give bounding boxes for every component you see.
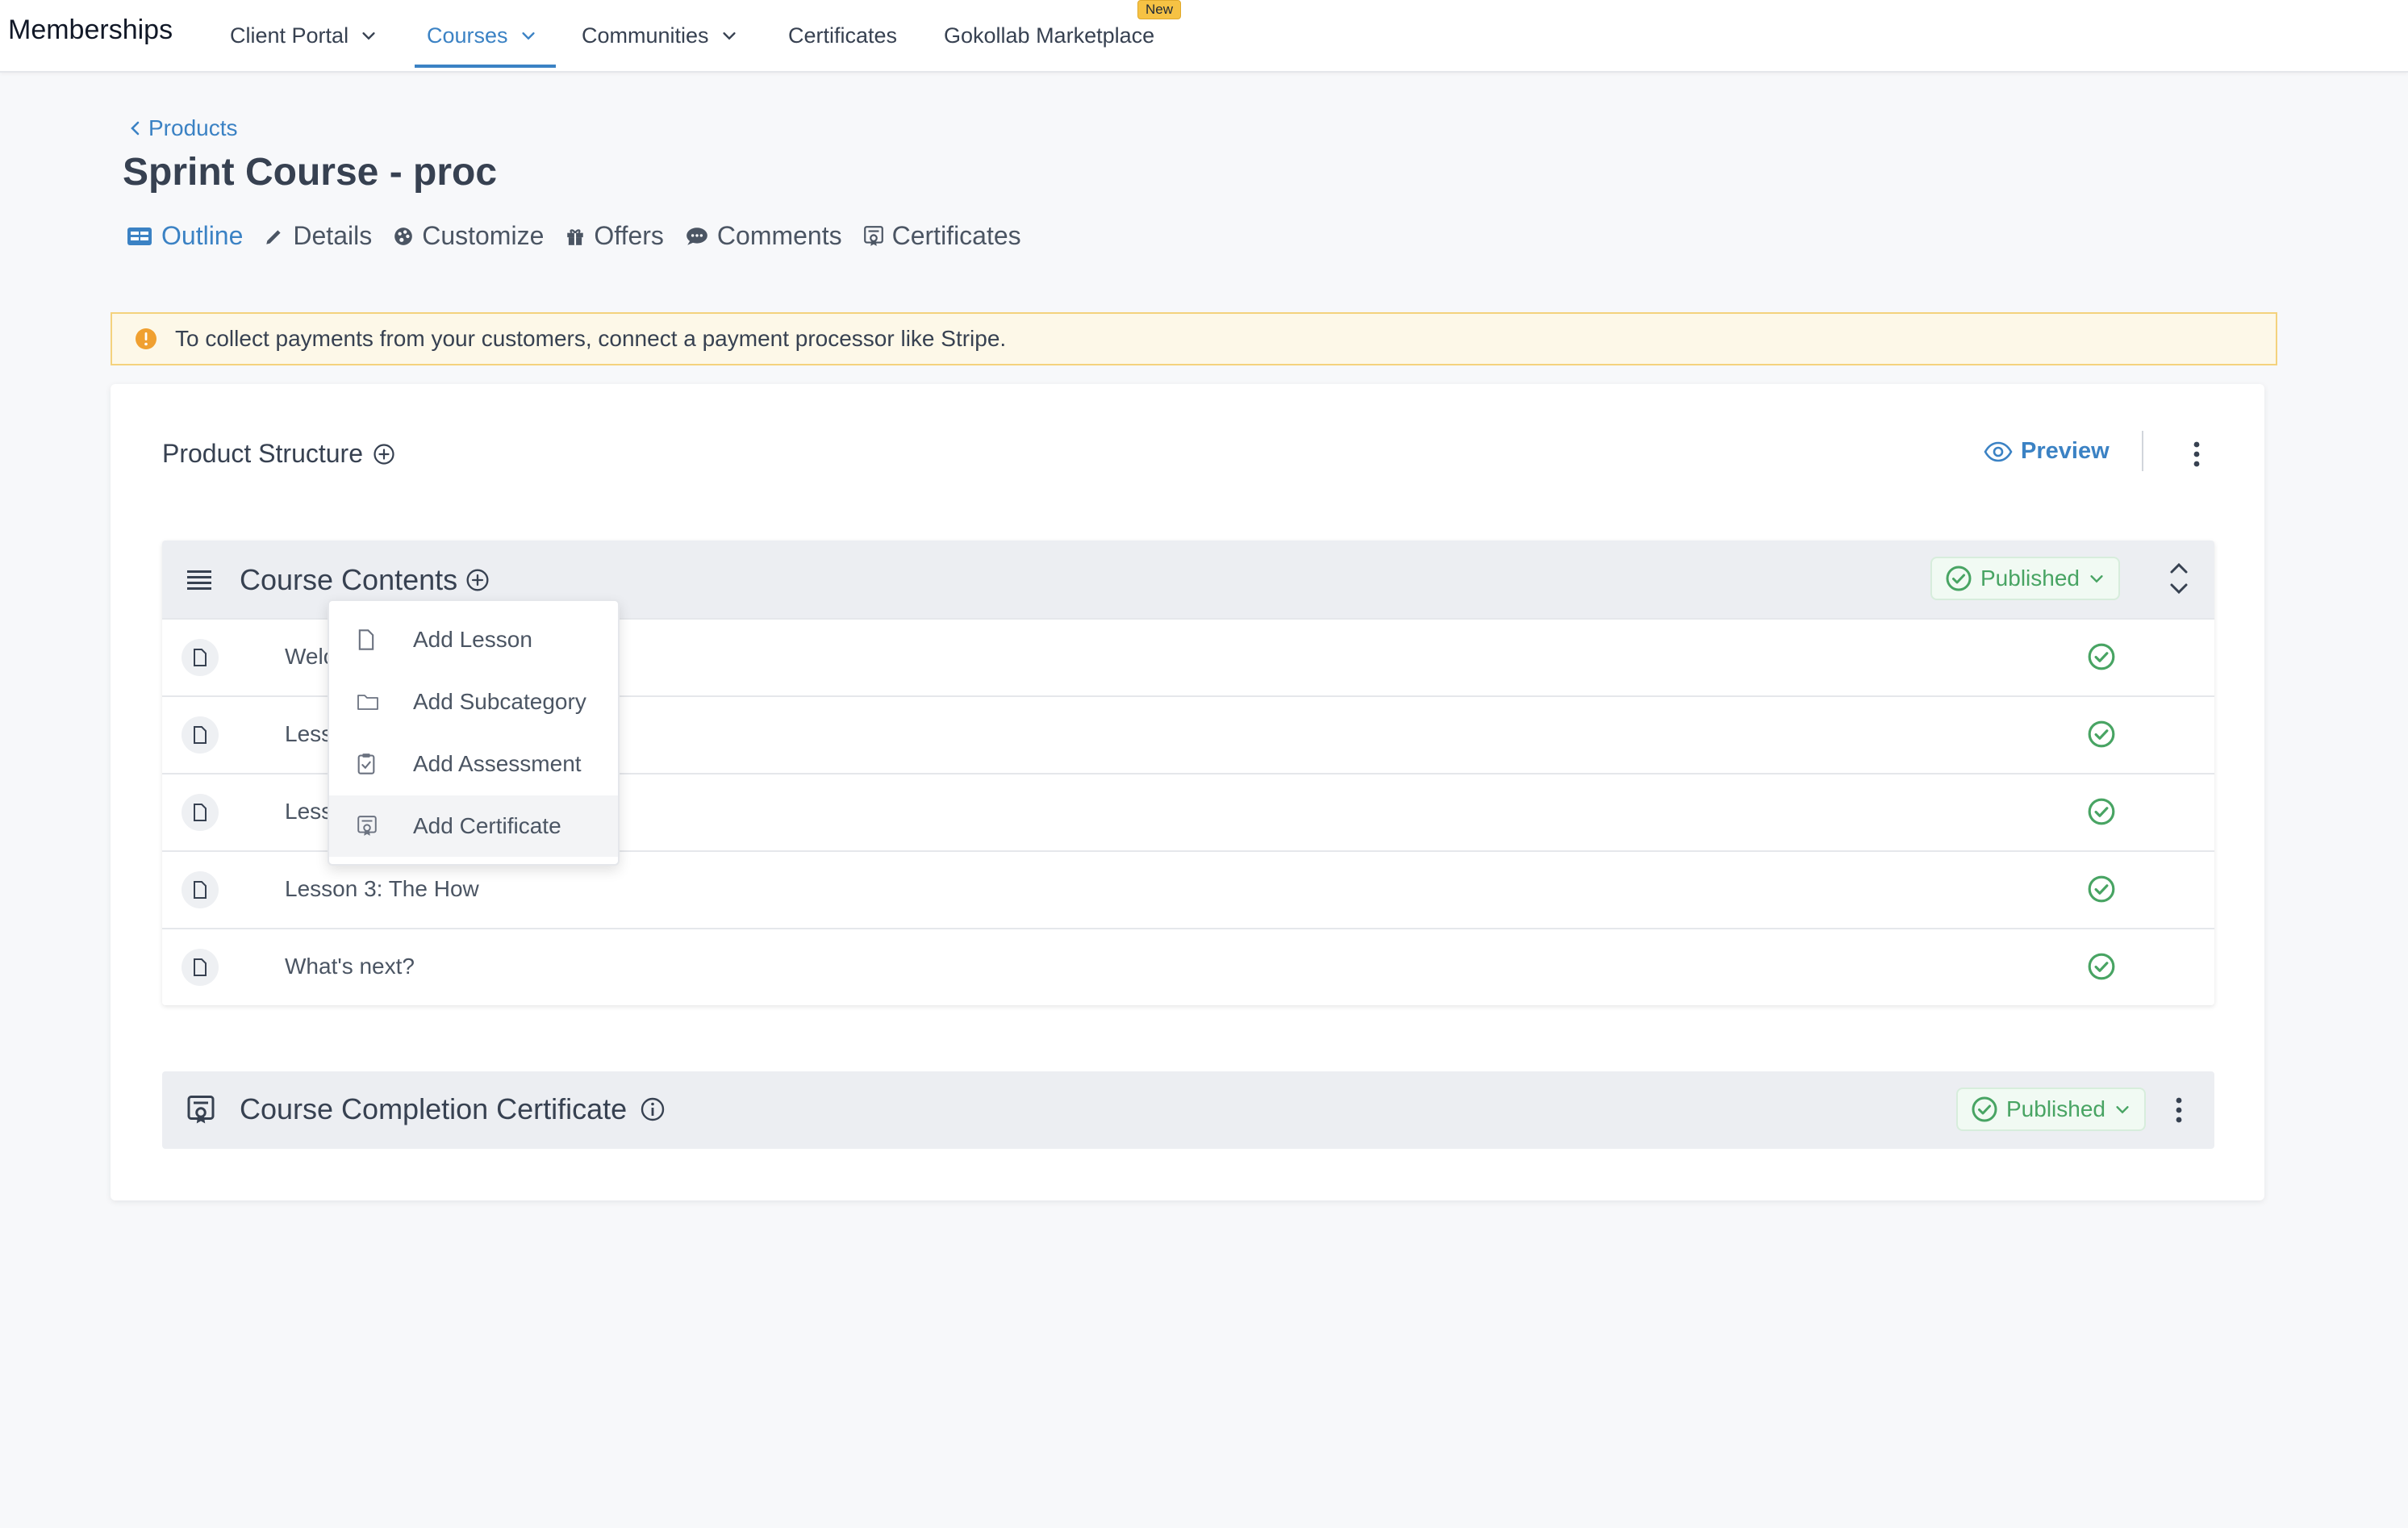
product-structure-header: Product Structure [162, 439, 395, 469]
menu-add-subcategory[interactable]: Add Subcategory [329, 671, 618, 733]
page-title: Sprint Course - proc [123, 151, 498, 194]
check-circle-icon [2088, 953, 2115, 980]
lesson-title: What's next? [285, 954, 415, 979]
drag-handle-icon[interactable] [186, 568, 212, 591]
check-circle-icon [2088, 643, 2115, 670]
divider [2142, 431, 2143, 471]
nav-certificates[interactable]: Certificates [788, 19, 897, 52]
tab-comments-label: Comments [716, 221, 842, 250]
nav-marketplace[interactable]: Gokollab Marketplace [944, 19, 1154, 52]
chevron-down-icon [722, 32, 736, 40]
document-icon [182, 716, 219, 754]
active-nav-underline [415, 65, 556, 68]
top-navigation: Memberships Client Portal Courses Commun… [0, 0, 2408, 73]
tab-bar: Outline Details Customize Offers Comment… [126, 221, 1021, 251]
menu-item-label: Add Assessment [413, 751, 582, 776]
nav-client-portal[interactable]: Client Portal [230, 19, 378, 52]
pencil-icon [266, 229, 281, 244]
chevron-left-icon [131, 121, 140, 136]
payment-alert: To collect payments from your customers,… [111, 312, 2277, 365]
warning-icon [136, 328, 156, 349]
certificate-title-group: Course Completion Certificate [240, 1092, 666, 1126]
menu-add-certificate[interactable]: Add Certificate [329, 795, 618, 857]
new-badge: New [1137, 0, 1182, 19]
gift-icon [567, 228, 584, 245]
breadcrumb[interactable]: Products [127, 115, 238, 141]
document-icon [182, 794, 219, 831]
palette-icon [394, 227, 413, 245]
alert-text: To collect payments from your customers,… [175, 326, 1007, 351]
comment-icon [687, 227, 707, 245]
menu-add-lesson[interactable]: Add Lesson [329, 609, 618, 670]
breadcrumb-label: Products [148, 115, 238, 140]
tab-certificates[interactable]: Certificates [863, 221, 1021, 251]
lesson-title: Lesson 3: The How [285, 876, 479, 901]
nav-marketplace-label: Gokollab Marketplace [944, 23, 1155, 48]
check-circle-icon [2088, 875, 2115, 903]
menu-add-assessment[interactable]: Add Assessment [329, 733, 618, 795]
document-icon [182, 639, 219, 676]
status-label: Published [1980, 566, 2080, 591]
more-options-icon[interactable] [2191, 440, 2202, 468]
collapse-expand-icon[interactable] [2168, 560, 2190, 597]
lesson-title: Less [285, 721, 333, 746]
chevron-down-icon [362, 32, 375, 40]
nav-communities[interactable]: Communities [582, 19, 738, 52]
document-icon [182, 949, 219, 986]
certificate-icon [187, 1096, 215, 1124]
chevron-down-icon [2116, 1106, 2129, 1114]
check-circle-icon [1946, 566, 1972, 591]
certificate-icon [357, 816, 377, 836]
menu-item-label: Add Lesson [413, 627, 532, 652]
certificate-section: Course Completion Certificate Published [162, 1071, 2214, 1149]
course-contents-status-dropdown[interactable]: Published [1930, 557, 2120, 600]
info-icon[interactable] [640, 1096, 666, 1122]
tab-customize[interactable]: Customize [393, 221, 544, 251]
add-circle-icon[interactable] [465, 568, 490, 592]
course-contents-title: Course Contents [240, 563, 458, 596]
document-icon [358, 629, 374, 650]
outline-icon [127, 227, 152, 245]
clipboard-check-icon [357, 754, 375, 774]
tab-offers-label: Offers [594, 221, 664, 250]
preview-label: Preview [2021, 438, 2110, 464]
tab-outline[interactable]: Outline [126, 221, 243, 251]
nav-courses[interactable]: Courses [427, 19, 537, 52]
product-structure-title: Product Structure [162, 439, 363, 468]
tab-certificates-label: Certificates [891, 221, 1021, 250]
more-options-icon[interactable] [2173, 1096, 2185, 1124]
tab-details-label: Details [293, 221, 373, 250]
tab-outline-label: Outline [161, 221, 244, 250]
preview-button[interactable]: Preview [1984, 438, 2110, 465]
lesson-row[interactable]: What's next? [162, 928, 2214, 1007]
certificate-status-dropdown[interactable]: Published [1956, 1088, 2146, 1131]
status-label: Published [2006, 1096, 2105, 1121]
nav-client-portal-label: Client Portal [230, 23, 349, 48]
chevron-down-icon [2090, 575, 2103, 583]
certificate-icon [863, 225, 883, 246]
nav-communities-label: Communities [582, 23, 709, 48]
add-content-menu: Add Lesson Add Subcategory Add Assessmen… [328, 599, 620, 866]
document-icon [182, 871, 219, 908]
tab-details[interactable]: Details [264, 221, 372, 251]
eye-icon [1984, 441, 2013, 461]
check-circle-icon [2088, 720, 2115, 748]
menu-item-label: Add Certificate [413, 813, 561, 838]
add-circle-icon[interactable] [373, 443, 395, 465]
nav-certificates-label: Certificates [788, 23, 898, 48]
course-contents-title-group: Course Contents [240, 563, 490, 597]
tab-comments[interactable]: Comments [685, 221, 842, 251]
brand-title: Memberships [8, 15, 173, 45]
check-circle-icon [1972, 1096, 1997, 1122]
folder-icon [357, 695, 378, 710]
certificate-title: Course Completion Certificate [240, 1092, 628, 1125]
tab-offers[interactable]: Offers [565, 221, 664, 251]
nav-courses-label: Courses [427, 23, 508, 48]
check-circle-icon [2088, 798, 2115, 825]
tab-customize-label: Customize [422, 221, 545, 250]
lesson-title: Less [285, 799, 333, 824]
menu-item-label: Add Subcategory [413, 689, 586, 714]
chevron-down-icon [521, 32, 535, 40]
